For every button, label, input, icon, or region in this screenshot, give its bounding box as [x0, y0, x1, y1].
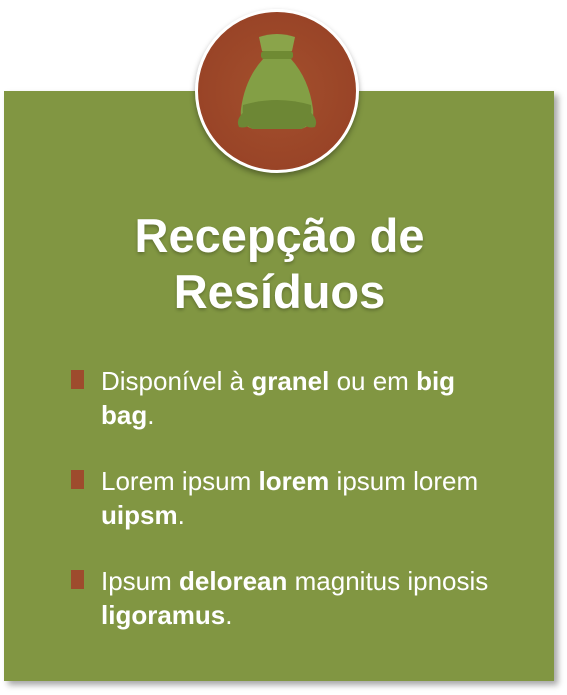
sack-icon [237, 34, 317, 129]
feature-list: Disponível à granel ou em big bag. Lorem… [71, 364, 511, 664]
icon-badge [195, 9, 359, 173]
bullet-square [71, 370, 84, 389]
page-title: Recepção de Resíduos [0, 208, 559, 320]
bullet-square [71, 470, 84, 489]
title-line-1: Recepção de [134, 209, 425, 262]
title-line-2: Resíduos [173, 265, 386, 318]
list-item: Disponível à granel ou em big bag. [71, 364, 511, 432]
bullet-square [71, 570, 84, 589]
list-item: Lorem ipsum lorem ipsum lorem uipsm. [71, 464, 511, 532]
list-item: Ipsum delorean magnitus ipnosis ligoramu… [71, 564, 511, 632]
